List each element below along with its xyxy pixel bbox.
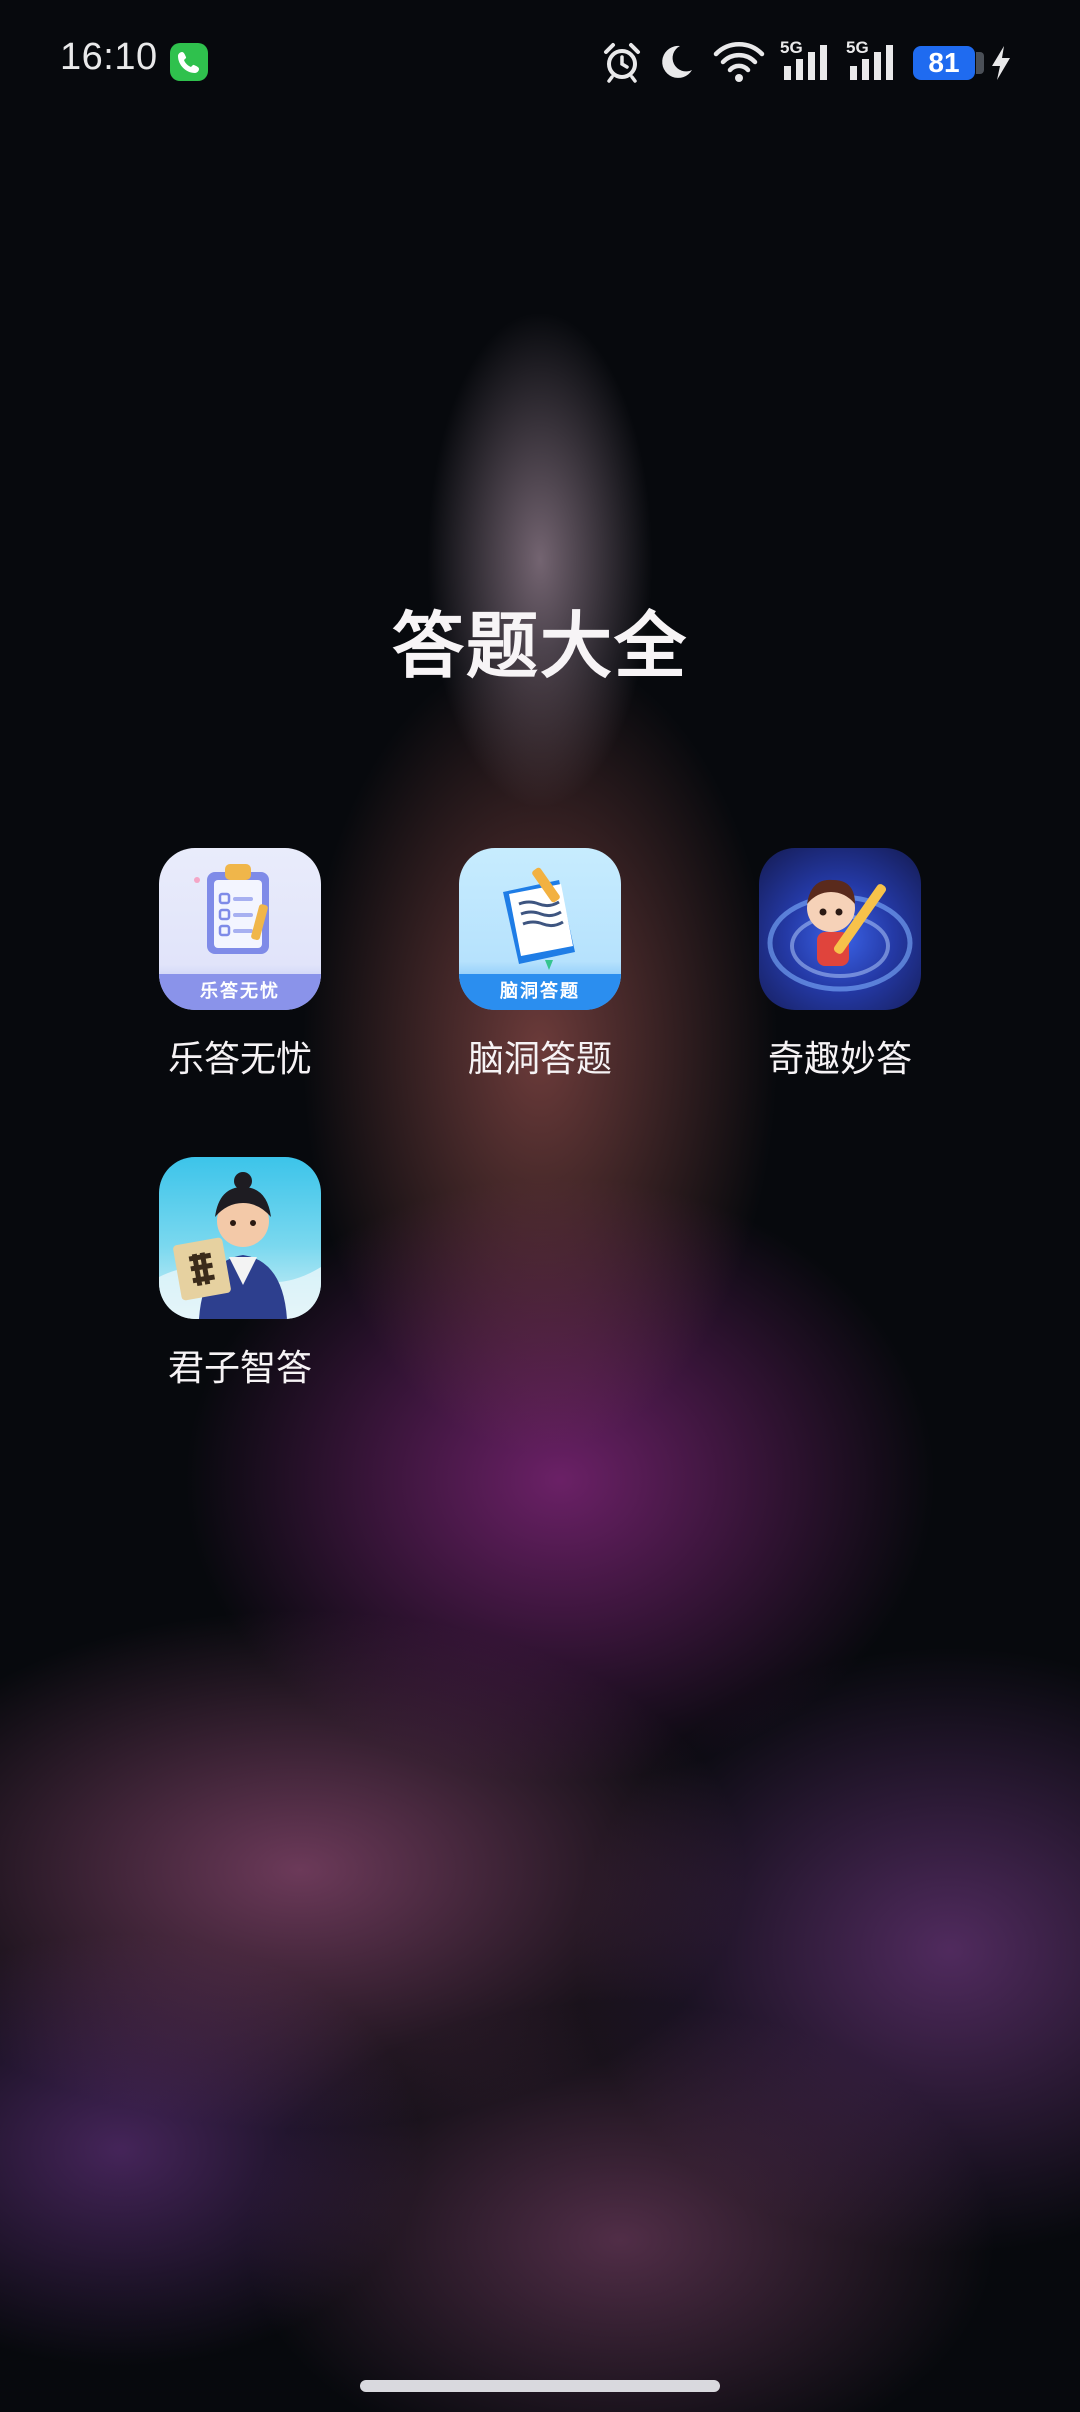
app-label: 乐答无忧 bbox=[167, 1039, 312, 1080]
book-pencil-icon[interactable]: 脑洞答题 bbox=[459, 848, 621, 1010]
app-icon-badge-text: 脑洞答题 bbox=[459, 974, 621, 1010]
folder-title[interactable]: 答题大全 bbox=[0, 587, 1080, 692]
clipboard-checklist-icon[interactable]: 乐答无忧 bbox=[159, 848, 321, 1010]
app-naodong-dati[interactable]: 脑洞答题 脑洞答题 bbox=[430, 848, 650, 1082]
app-label: 奇趣妙答 bbox=[767, 1039, 912, 1080]
battery-cap bbox=[976, 52, 984, 74]
wifi-icon bbox=[713, 42, 765, 82]
status-bar: 16:10 5G 5G 81 bbox=[0, 0, 1080, 126]
status-time: 16:10 bbox=[60, 36, 158, 78]
app-label: 脑洞答题 bbox=[467, 1039, 612, 1080]
app-label: 君子智答 bbox=[167, 1348, 312, 1389]
home-gesture-bar[interactable] bbox=[360, 2380, 720, 2392]
scholar-scroll-icon[interactable] bbox=[159, 1157, 321, 1319]
signal-strength-icon-2 bbox=[850, 45, 893, 80]
battery-level: 81 bbox=[913, 46, 975, 80]
signal-strength-icon-1 bbox=[784, 45, 827, 80]
app-junzi-zhida[interactable]: 君子智答 bbox=[130, 1157, 350, 1391]
charging-bolt-icon bbox=[992, 46, 1010, 80]
app-qiqu-miaoda[interactable]: 奇趣妙答 bbox=[730, 848, 950, 1082]
alarm-clock-icon bbox=[604, 43, 640, 83]
phone-call-icon bbox=[170, 43, 208, 81]
app-ledaw-wuyou[interactable]: 乐答无忧 乐答无忧 bbox=[130, 848, 350, 1082]
cartoon-boy-pencil-icon[interactable] bbox=[759, 848, 921, 1010]
home-screen-folder-view: 16:10 5G 5G 81 答题大全 乐答无忧 乐答无忧 脑洞答题 脑洞答题 … bbox=[0, 0, 1080, 2412]
app-icon-badge-text: 乐答无忧 bbox=[159, 974, 321, 1010]
do-not-disturb-moon-icon bbox=[662, 45, 692, 78]
